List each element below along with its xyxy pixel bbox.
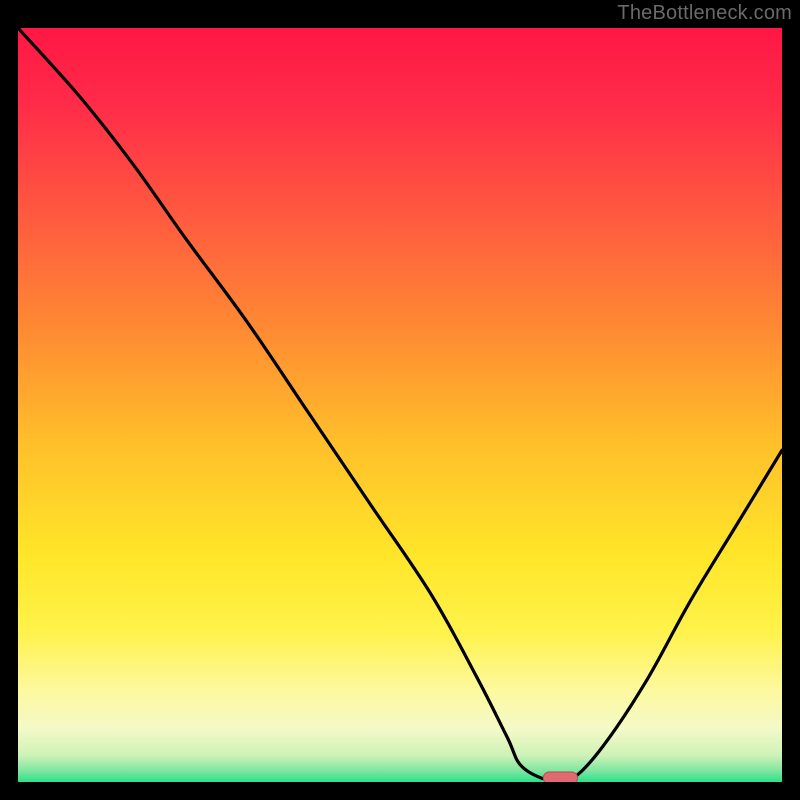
bottleneck-chart xyxy=(18,28,782,782)
app-frame: TheBottleneck.com xyxy=(0,0,800,800)
plot-area xyxy=(18,28,782,782)
optimum-marker xyxy=(543,772,577,782)
watermark-text: TheBottleneck.com xyxy=(617,2,792,25)
gradient-background xyxy=(18,28,782,782)
